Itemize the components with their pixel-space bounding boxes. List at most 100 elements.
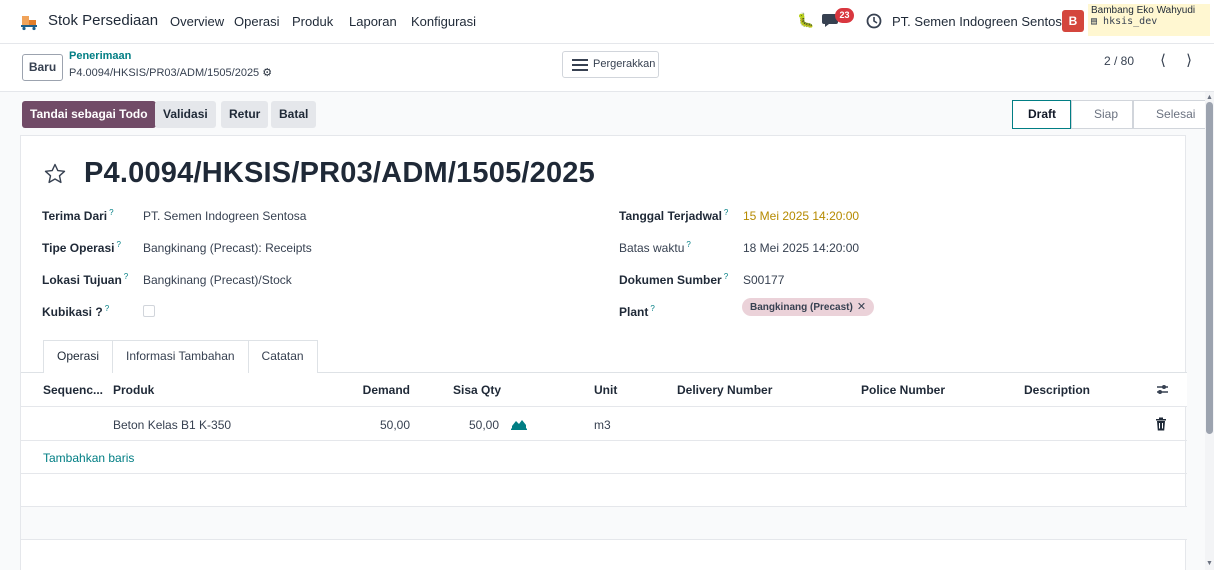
- page-scrollbar[interactable]: ▲ ▼: [1205, 92, 1214, 570]
- trash-icon[interactable]: [1155, 417, 1167, 431]
- label-operation-type: Tipe Operasi?: [42, 240, 121, 255]
- tag-remove-icon[interactable]: ✕: [857, 301, 866, 313]
- help-mark[interactable]: ?: [650, 304, 654, 313]
- breadcrumb-parent[interactable]: Penerimaan: [69, 50, 131, 62]
- label-receive-from: Terima Dari?: [42, 208, 114, 223]
- stage-done[interactable]: Selesai: [1133, 100, 1211, 129]
- moves-label: Pergerakkan: [593, 58, 656, 70]
- label-cubication: Kubikasi ??: [42, 304, 109, 319]
- label-deadline-text: Batas waktu: [619, 241, 685, 255]
- tab-additional-info[interactable]: Informasi Tambahan: [113, 340, 249, 373]
- clock-icon[interactable]: [866, 13, 882, 29]
- help-mark[interactable]: ?: [724, 272, 728, 281]
- column-unit[interactable]: Unit: [594, 383, 617, 397]
- scroll-thumb[interactable]: [1206, 102, 1213, 434]
- label-scheduled-date: Tanggal Terjadwal?: [619, 208, 728, 223]
- field-operation-type[interactable]: Bangkinang (Precast): Receipts: [143, 241, 312, 255]
- help-mark[interactable]: ?: [686, 240, 690, 249]
- menu-konfigurasi[interactable]: Konfigurasi: [411, 14, 476, 29]
- breadcrumb-current: P4.0094/HKSIS/PR03/ADM/1505/2025 ⚙: [69, 66, 272, 79]
- help-mark[interactable]: ?: [124, 272, 128, 281]
- cell-product[interactable]: Beton Kelas B1 K-350: [113, 418, 231, 432]
- form-sheet: P4.0094/HKSIS/PR03/ADM/1505/2025 Terima …: [20, 135, 1187, 570]
- table-header: Sequenc... Produk Demand Sisa Qty Unit D…: [21, 373, 1187, 407]
- menu-produk[interactable]: Produk: [292, 14, 333, 29]
- tab-notes[interactable]: Catatan: [248, 340, 318, 373]
- tab-operations[interactable]: Operasi: [43, 340, 114, 373]
- label-destination-location-text: Lokasi Tujuan: [42, 273, 122, 287]
- field-deadline[interactable]: 18 Mei 2025 14:20:00: [743, 241, 859, 255]
- moves-button[interactable]: Pergerakkan: [562, 51, 659, 78]
- label-deadline: Batas waktu?: [619, 240, 691, 255]
- validate-button[interactable]: Validasi: [155, 101, 216, 128]
- pager-next-button[interactable]: ⟩: [1178, 50, 1200, 72]
- field-scheduled-date[interactable]: 15 Mei 2025 14:20:00: [743, 209, 859, 223]
- top-navbar: Stok Persediaan Overview Operasi Produk …: [0, 0, 1214, 44]
- stage-ready[interactable]: Siap: [1071, 100, 1134, 129]
- return-button[interactable]: Retur: [221, 101, 269, 128]
- plant-tag-label: Bangkinang (Precast): [750, 302, 853, 313]
- label-plant: Plant?: [619, 304, 655, 319]
- help-mark[interactable]: ?: [109, 208, 113, 217]
- label-plant-text: Plant: [619, 305, 649, 319]
- cell-remaining-qty[interactable]: 50,00: [451, 418, 499, 432]
- label-operation-type-text: Tipe Operasi: [42, 241, 115, 255]
- empty-row: [21, 474, 1187, 507]
- cancel-button[interactable]: Batal: [271, 101, 317, 128]
- scroll-up-icon[interactable]: ▲: [1205, 93, 1214, 102]
- form-statusbar-row: Tandai sebagai Todo Validasi Retur Batal…: [0, 92, 1211, 135]
- inventory-app-icon[interactable]: [20, 13, 38, 31]
- help-mark[interactable]: ?: [724, 208, 728, 217]
- debug-bug-icon[interactable]: 🐛: [797, 12, 814, 29]
- pager-previous-button[interactable]: ⟨: [1152, 50, 1174, 72]
- empty-row: [21, 540, 1187, 570]
- column-demand[interactable]: Demand: [360, 383, 410, 397]
- column-description[interactable]: Description: [1024, 383, 1090, 397]
- mark-todo-button[interactable]: Tandai sebagai Todo: [22, 101, 156, 128]
- column-remaining-qty[interactable]: Sisa Qty: [453, 383, 501, 397]
- add-line-row: Tambahkan baris: [21, 441, 1187, 474]
- app-title[interactable]: Stok Persediaan: [48, 12, 158, 29]
- label-receive-from-text: Terima Dari: [42, 209, 108, 223]
- field-destination-location[interactable]: Bangkinang (Precast)/Stock: [143, 273, 292, 287]
- label-destination-location: Lokasi Tujuan?: [42, 272, 128, 287]
- pager-value[interactable]: 2 / 80: [1104, 54, 1134, 68]
- user-avatar[interactable]: B: [1062, 10, 1084, 32]
- menu-operasi[interactable]: Operasi: [234, 14, 280, 29]
- field-receive-from[interactable]: PT. Semen Indogreen Sentosa: [143, 209, 306, 223]
- field-source-document[interactable]: S00177: [743, 273, 784, 287]
- label-source-document-text: Dokumen Sumber: [619, 273, 722, 287]
- chat-count-badge: 23: [835, 8, 854, 23]
- control-panel: Baru Penerimaan P4.0094/HKSIS/PR03/ADM/1…: [0, 44, 1214, 92]
- user-menu[interactable]: Bambang Eko Wahyudi ▤ hksis_dev: [1088, 4, 1210, 36]
- column-settings-icon[interactable]: [1156, 383, 1169, 396]
- plant-tag[interactable]: Bangkinang (Precast) ✕: [742, 298, 875, 316]
- menu-overview[interactable]: Overview: [170, 14, 224, 29]
- column-police-number[interactable]: Police Number: [861, 383, 945, 397]
- column-sequence[interactable]: Sequenc...: [43, 383, 103, 397]
- cubication-checkbox[interactable]: [143, 305, 155, 317]
- user-name: Bambang Eko Wahyudi: [1091, 5, 1196, 16]
- record-title: P4.0094/HKSIS/PR03/ADM/1505/2025: [84, 157, 595, 189]
- cell-unit[interactable]: m3: [594, 418, 611, 432]
- gear-icon[interactable]: ⚙: [262, 66, 272, 79]
- add-line-link[interactable]: Tambahkan baris: [43, 451, 134, 465]
- forecast-chart-icon[interactable]: [511, 417, 527, 430]
- breadcrumb-current-text: P4.0094/HKSIS/PR03/ADM/1505/2025: [69, 67, 260, 79]
- help-mark[interactable]: ?: [105, 304, 109, 313]
- table-row[interactable]: Beton Kelas B1 K-350 50,00 50,00 m3: [21, 407, 1187, 441]
- stage-draft[interactable]: Draft: [1012, 100, 1072, 129]
- database-name: ▤ hksis_dev: [1091, 16, 1158, 27]
- label-source-document: Dokumen Sumber?: [619, 272, 728, 287]
- stage-statusbar: Draft Siap Selesai: [1012, 100, 1211, 129]
- hamburger-icon: [572, 59, 588, 71]
- column-product[interactable]: Produk: [113, 383, 154, 397]
- scroll-down-icon[interactable]: ▼: [1205, 559, 1214, 568]
- new-button[interactable]: Baru: [22, 54, 63, 81]
- company-switcher[interactable]: PT. Semen Indogreen Sentosa: [892, 14, 1069, 29]
- menu-laporan[interactable]: Laporan: [349, 14, 397, 29]
- help-mark[interactable]: ?: [116, 240, 120, 249]
- column-delivery-number[interactable]: Delivery Number: [677, 383, 772, 397]
- star-icon[interactable]: [43, 162, 67, 186]
- cell-demand[interactable]: 50,00: [360, 418, 410, 432]
